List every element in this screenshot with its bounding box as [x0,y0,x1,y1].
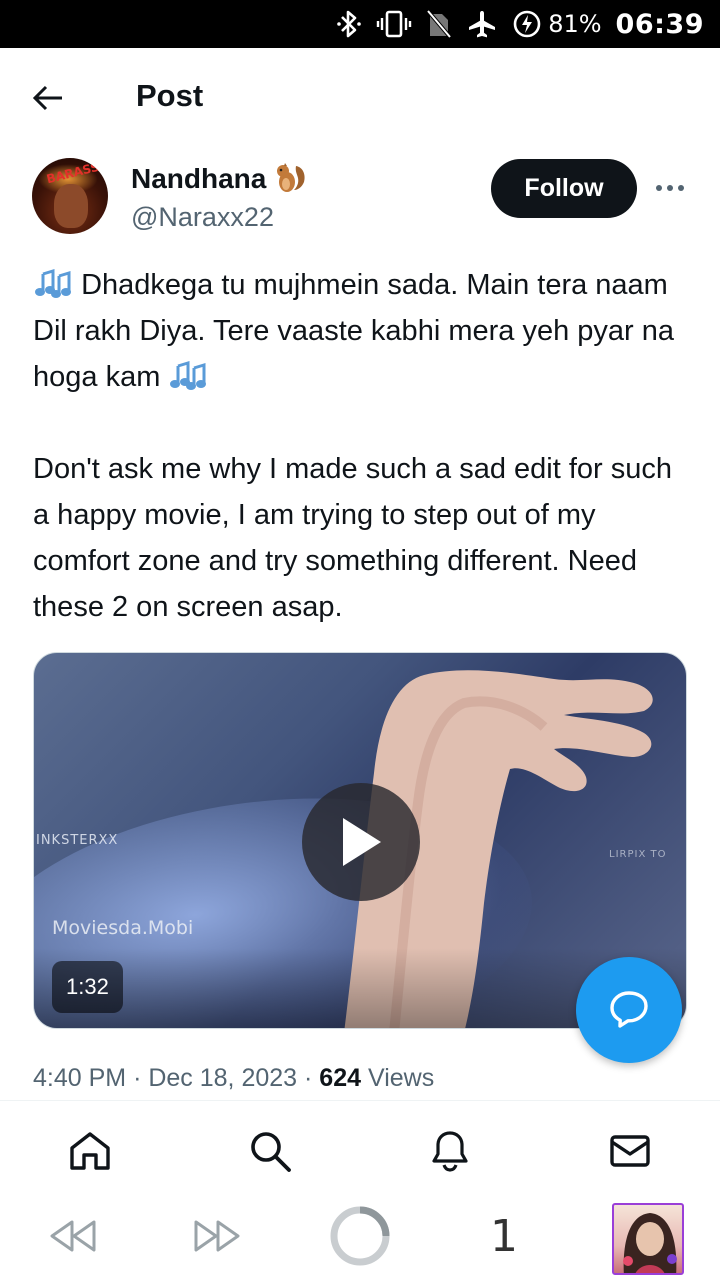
meta-separator: · [133,1064,142,1092]
nav-notifications[interactable] [426,1127,474,1175]
nav-messages[interactable] [606,1127,654,1175]
tweet-date: Dec 18, 2023 [148,1064,298,1092]
tweet-text: Dhadkega tu mujhmein sada. Main tera naa… [33,262,693,630]
tab-count[interactable]: 1 [482,1206,526,1266]
chipmunk-emoji-icon [274,162,308,196]
clock: 06:39 [615,8,704,40]
bottom-navigation [0,1100,720,1192]
tweet-paragraph-1-text: Dhadkega tu mujhmein sada. Main tera naa… [33,269,674,393]
tweet-metadata: 4:40 PM · Dec 18, 2023 · 624 Views [33,1064,434,1093]
views-count[interactable]: 624 [319,1064,361,1092]
search-icon [251,1132,291,1172]
browser-toolbar: 1 [0,1192,720,1280]
browser-back-button[interactable] [44,1206,100,1266]
meta-separator: · [304,1064,313,1092]
mail-icon [610,1135,650,1167]
video-duration: 1:32 [52,961,123,1013]
dot-1 [656,185,662,191]
back-button[interactable] [26,76,70,120]
more-options-button[interactable] [650,170,690,206]
arrow-left-icon [32,85,62,111]
author-name-row[interactable]: Nandhana [131,162,308,196]
dot-2 [667,185,673,191]
video-watermark-right: LIRPIX TO [609,849,667,860]
profile-thumbnail[interactable] [612,1203,684,1275]
author-handle[interactable]: @Naraxx22 [131,202,274,233]
vibrate-icon [376,9,412,39]
tweet-paragraph-2: Don't ask me why I made such a sad edit … [33,453,673,623]
reply-fab-button[interactable] [576,957,682,1063]
video-player[interactable]: INKSTERXX Moviesda.Mobi LIRPIX TO 1:32 [33,652,687,1029]
bluetooth-icon [336,9,362,39]
views-label: Views [367,1064,435,1092]
video-watermark-site: Moviesda.Mobi [52,917,194,939]
author-name: Nandhana [131,163,267,194]
dot-3 [678,185,684,191]
page-title: Post [136,78,204,113]
play-button[interactable] [302,783,420,901]
tweet-time: 4:40 PM [33,1064,127,1092]
follow-button[interactable]: Follow [491,159,637,218]
circle-home-icon [330,1206,390,1266]
rewind-icon [50,1220,96,1252]
play-icon [343,818,381,866]
musical-notes-icon [168,358,208,392]
airplane-mode-icon [466,9,498,39]
profile-thumbnail-image [623,1213,677,1273]
musical-notes-icon [33,266,73,300]
battery-charging-icon [512,9,542,39]
nav-home[interactable] [66,1127,114,1175]
top-bar: Post [0,48,720,148]
chat-bubble-icon [610,991,648,1028]
video-watermark-left: INKSTERXX [36,833,119,848]
browser-home-button[interactable] [328,1206,392,1266]
tweet-paragraph-1: Dhadkega tu mujhmein sada. Main tera naa… [33,262,693,400]
nav-search[interactable] [246,1127,294,1175]
battery-percent: 81% [548,10,602,38]
bell-icon [432,1131,468,1172]
no-sim-icon [426,9,452,39]
fast-forward-icon [194,1220,240,1252]
author-avatar[interactable]: BARASS [32,158,108,234]
status-bar: 81% 06:39 [0,0,720,48]
browser-forward-button[interactable] [190,1206,246,1266]
home-icon [70,1132,110,1170]
